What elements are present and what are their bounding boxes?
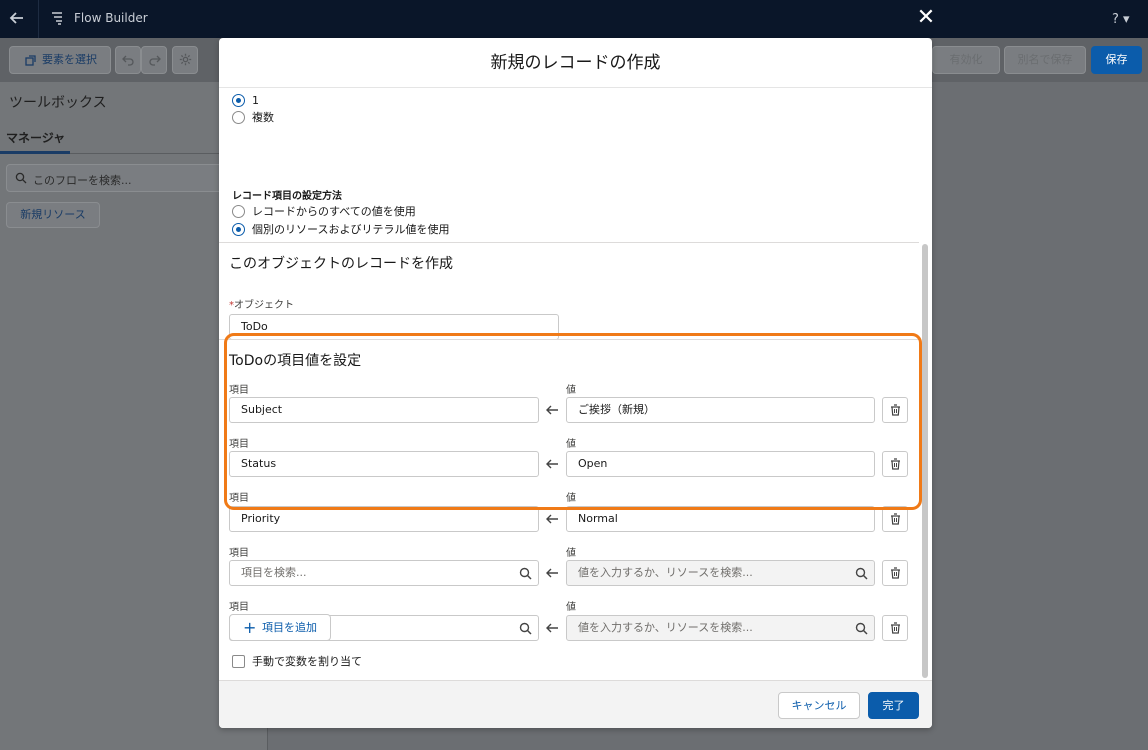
- plus-icon: +: [243, 618, 257, 637]
- field-col-label: 項目: [229, 602, 249, 613]
- field-search-input[interactable]: 項目を検索...: [229, 560, 539, 586]
- flow-icon: [50, 10, 66, 26]
- search-icon: [855, 567, 868, 580]
- app-header: Flow Builder ? ▾: [0, 0, 1148, 38]
- radio-use-all-values[interactable]: レコードからのすべての値を使用: [232, 203, 416, 219]
- value-col-label: 値: [566, 548, 576, 559]
- cancel-button[interactable]: キャンセル: [778, 692, 860, 719]
- left-arrow-icon: [546, 623, 558, 633]
- value-search-input[interactable]: 値を入力するか、リソースを検索...: [566, 560, 875, 586]
- add-field-label: 項目を追加: [262, 621, 317, 634]
- undo-button[interactable]: [115, 46, 141, 74]
- add-field-button[interactable]: + 項目を追加: [229, 614, 331, 641]
- field-search-placeholder: 項目を検索...: [241, 566, 307, 579]
- manual-assign-checkbox-row[interactable]: 手動で変数を割り当て: [232, 653, 362, 669]
- left-arrow-icon: [546, 514, 558, 524]
- section-divider: [219, 242, 919, 243]
- value-search-input[interactable]: 値を入力するか、リソースを検索...: [566, 615, 875, 641]
- radio-count-multiple[interactable]: 複数: [232, 109, 274, 125]
- create-record-modal: 新規のレコードの作成 1 複数 レコード項目の設定方法 レコードからのすべての値…: [219, 38, 932, 728]
- help-menu[interactable]: ? ▾: [1112, 12, 1130, 27]
- field-col-label: 項目: [229, 548, 249, 559]
- select-elements-button[interactable]: 要素を選択: [9, 46, 111, 74]
- done-button[interactable]: 完了: [868, 692, 919, 719]
- highlight-annotation: [224, 333, 922, 510]
- back-arrow-icon[interactable]: [8, 9, 26, 27]
- radio-button[interactable]: [232, 110, 245, 124]
- manual-assign-label: 手動で変数を割り当て: [252, 655, 362, 668]
- gear-icon: [179, 53, 192, 66]
- modal-body: 1 複数 レコード項目の設定方法 レコードからのすべての値を使用 個別のリソース…: [219, 88, 932, 680]
- radio-count-one[interactable]: 1: [232, 92, 259, 108]
- settings-button[interactable]: [172, 46, 198, 74]
- save-as-button[interactable]: 別名で保存: [1004, 46, 1086, 74]
- select-icon: [25, 55, 36, 66]
- delete-row-button[interactable]: [882, 560, 908, 586]
- search-icon: [519, 622, 532, 635]
- value-search-placeholder: 値を入力するか、リソースを検索...: [578, 566, 753, 579]
- activate-button[interactable]: 有効化: [932, 46, 1000, 74]
- save-button[interactable]: 保存: [1091, 46, 1142, 74]
- modal-header: 新規のレコードの作成: [219, 38, 932, 88]
- search-icon: [855, 622, 868, 635]
- radio-label: 個別のリソースおよびリテラル値を使用: [252, 223, 450, 236]
- header-divider: [38, 0, 39, 38]
- app-title: Flow Builder: [74, 11, 148, 25]
- radio-button[interactable]: [232, 222, 245, 236]
- undo-icon: [122, 55, 134, 66]
- tab-manager[interactable]: マネージャ: [6, 129, 65, 146]
- value-col-label: 値: [566, 602, 576, 613]
- toolbox-title: ツールボックス: [9, 95, 107, 111]
- trash-icon: [891, 622, 900, 634]
- radio-button[interactable]: [232, 204, 245, 218]
- radio-label: レコードからのすべての値を使用: [252, 205, 416, 218]
- close-modal-icon[interactable]: ✕: [914, 6, 938, 30]
- delete-row-button[interactable]: [882, 615, 908, 641]
- radio-label: 1: [252, 93, 259, 107]
- modal-title: 新規のレコードの作成: [490, 53, 661, 73]
- radio-label: 複数: [252, 111, 274, 124]
- value-search-placeholder: 値を入力するか、リソースを検索...: [578, 621, 753, 634]
- trash-icon: [891, 513, 900, 525]
- search-icon: [15, 172, 27, 184]
- radio-use-separate-resources[interactable]: 個別のリソースおよびリテラル値を使用: [232, 221, 449, 237]
- toolbox-search-placeholder: このフローを検索...: [33, 174, 132, 187]
- scrollbar[interactable]: [922, 244, 928, 678]
- active-tab-indicator: [0, 151, 70, 154]
- trash-icon: [891, 567, 900, 579]
- redo-button[interactable]: [141, 46, 167, 74]
- object-label: *オブジェクト: [229, 300, 294, 311]
- create-section-title: このオブジェクトのレコードを作成: [229, 256, 453, 272]
- select-elements-label: 要素を選択: [42, 53, 97, 66]
- checkbox[interactable]: [232, 654, 245, 668]
- set-fields-label: レコード項目の設定方法: [232, 191, 342, 202]
- search-icon: [519, 567, 532, 580]
- redo-icon: [149, 55, 161, 66]
- modal-footer: キャンセル 完了: [219, 680, 932, 728]
- left-arrow-icon: [546, 568, 558, 578]
- radio-button[interactable]: [232, 93, 245, 107]
- new-resource-button[interactable]: 新規リソース: [6, 202, 100, 228]
